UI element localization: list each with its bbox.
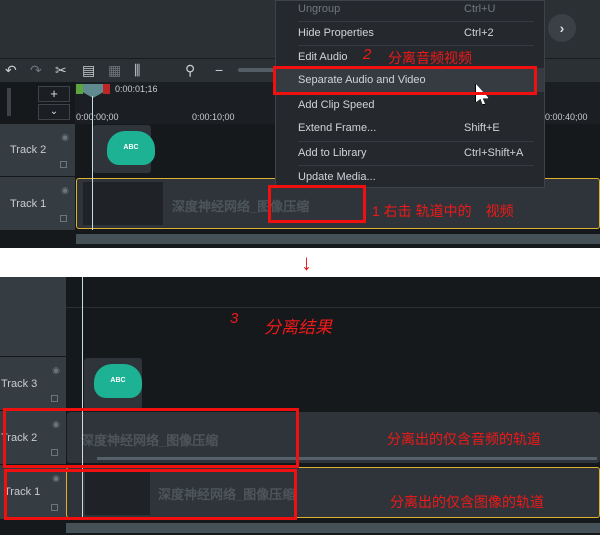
ruler-label: 0:00:10;00	[192, 112, 235, 122]
ruler-label: 0:00:00;00	[76, 112, 119, 122]
menu-item-ungroup[interactable]: Ungroup Ctrl+U	[298, 3, 538, 15]
track-height-slider[interactable]	[7, 88, 11, 116]
callout-icon: ABC	[107, 131, 155, 165]
lock-icon[interactable]	[60, 215, 67, 222]
split-icon[interactable]: ⫼	[134, 62, 140, 79]
ruler-label: 0:00:40;00	[545, 112, 588, 122]
playhead-line	[92, 96, 93, 230]
eye-icon[interactable]: ◉	[61, 185, 69, 196]
track-header-2[interactable]: Track 2 ◉	[0, 124, 75, 176]
step3-text: 分离结果	[264, 318, 332, 337]
step1-text: 1 右击 轨道中的 视频	[372, 203, 514, 219]
highlight-separate	[273, 66, 537, 95]
lock-icon[interactable]	[51, 395, 58, 402]
horizontal-scrollbar[interactable]	[76, 234, 600, 244]
step3-number: 3	[230, 310, 239, 327]
eye-icon[interactable]: ◉	[52, 365, 60, 376]
step2-number: 2	[363, 46, 372, 63]
clip-thumbnail	[83, 182, 163, 225]
track-header-1[interactable]: Track 1 ◉	[0, 177, 75, 230]
lock-icon[interactable]	[60, 161, 67, 168]
timecode: 0:00:01;16	[115, 84, 158, 94]
add-track-button[interactable]: +	[38, 86, 70, 102]
audio-track-note: 分离出的仅含音频的轨道	[387, 431, 541, 447]
callout-icon: ABC	[94, 364, 142, 398]
menu-item-hide-properties[interactable]: Hide Properties Ctrl+2	[298, 27, 538, 39]
zoom-out-icon[interactable]: −	[215, 62, 223, 78]
top-editor-panel: ↶ ↷ ✂ ▤ ▦ ⫼ ⚲ − + ⌄ 0:00:01;16 0:00:00;0…	[0, 0, 600, 248]
callout-clip[interactable]: ABC	[93, 125, 155, 173]
menu-item-add-to-library[interactable]: Add to Library Ctrl+Shift+A	[298, 147, 538, 159]
cut-icon[interactable]: ✂	[55, 62, 67, 79]
paste-icon[interactable]: ▦	[108, 62, 121, 79]
redo-icon[interactable]: ↷	[30, 62, 42, 79]
menu-item-add-clip-speed[interactable]: Add Clip Speed	[298, 99, 538, 111]
next-button[interactable]: ›	[548, 14, 576, 42]
down-arrow-icon: ↓	[301, 250, 312, 275]
selection-start[interactable]	[76, 84, 83, 94]
selection-end[interactable]	[103, 84, 110, 94]
horizontal-scrollbar[interactable]	[66, 523, 600, 533]
highlight-audio-track	[3, 408, 299, 468]
zoom-slider[interactable]	[238, 68, 278, 72]
copy-icon[interactable]: ▤	[82, 62, 95, 79]
zoom-icon[interactable]: ⚲	[185, 62, 195, 79]
highlight-video-track	[4, 469, 297, 520]
highlight-clip	[268, 185, 366, 223]
callout-clip[interactable]: ABC	[84, 358, 142, 409]
undo-icon[interactable]: ↶	[5, 62, 17, 79]
video-track-note: 分离出的仅含图像的轨道	[390, 494, 544, 510]
collapse-button[interactable]: ⌄	[38, 104, 70, 120]
step2-text: 分离音频视频	[388, 50, 472, 66]
bottom-editor-panel: 3 分离结果 Track 3 ◉ Track 2 ◉ Track 1 ◉ ABC 深度…	[0, 277, 600, 535]
menu-item-extend-frame[interactable]: Extend Frame... Shift+E	[298, 122, 538, 134]
menu-item-update-media[interactable]: Update Media...	[298, 171, 538, 183]
track-header-3[interactable]: Track 3 ◉	[0, 357, 66, 410]
eye-icon[interactable]: ◉	[61, 132, 69, 143]
